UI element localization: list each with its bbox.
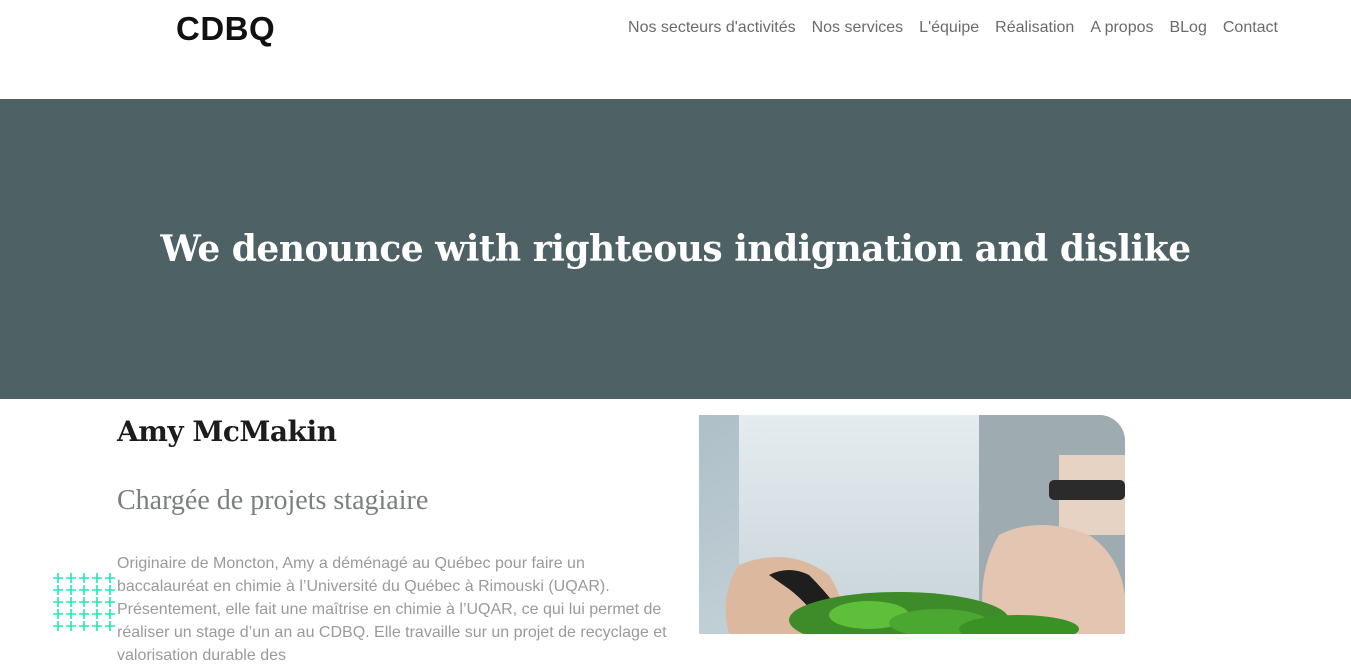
person-role: Chargée de projets stagiaire	[117, 485, 429, 516]
hero-banner: We denounce with righteous indignation a…	[0, 99, 1351, 399]
nav-link-equipe[interactable]: L'équipe	[919, 19, 979, 37]
nav-link-blog[interactable]: BLog	[1169, 19, 1206, 37]
nav-link-services[interactable]: Nos services	[812, 19, 904, 37]
nav-link-contact[interactable]: Contact	[1223, 19, 1278, 37]
nav-link-secteurs[interactable]: Nos secteurs d'activités	[628, 19, 796, 37]
site-logo[interactable]: CDBQ	[176, 10, 275, 48]
hero-title: We denounce with righteous indignation a…	[160, 228, 1191, 270]
site-header: CDBQ Nos secteurs d'activités Nos servic…	[0, 0, 1351, 99]
nav-link-realisation[interactable]: Réalisation	[995, 19, 1074, 37]
plus-pattern-icon	[52, 571, 118, 634]
profile-photo	[699, 415, 1125, 634]
profile-section: Amy McMakin Chargée de projets stagiaire…	[0, 399, 1351, 664]
nav-link-a-propos[interactable]: A propos	[1090, 19, 1153, 37]
main-nav: Nos secteurs d'activités Nos services L'…	[628, 19, 1278, 37]
person-bio: Originaire de Moncton, Amy a déménagé au…	[117, 555, 667, 664]
person-name: Amy McMakin	[117, 415, 337, 448]
